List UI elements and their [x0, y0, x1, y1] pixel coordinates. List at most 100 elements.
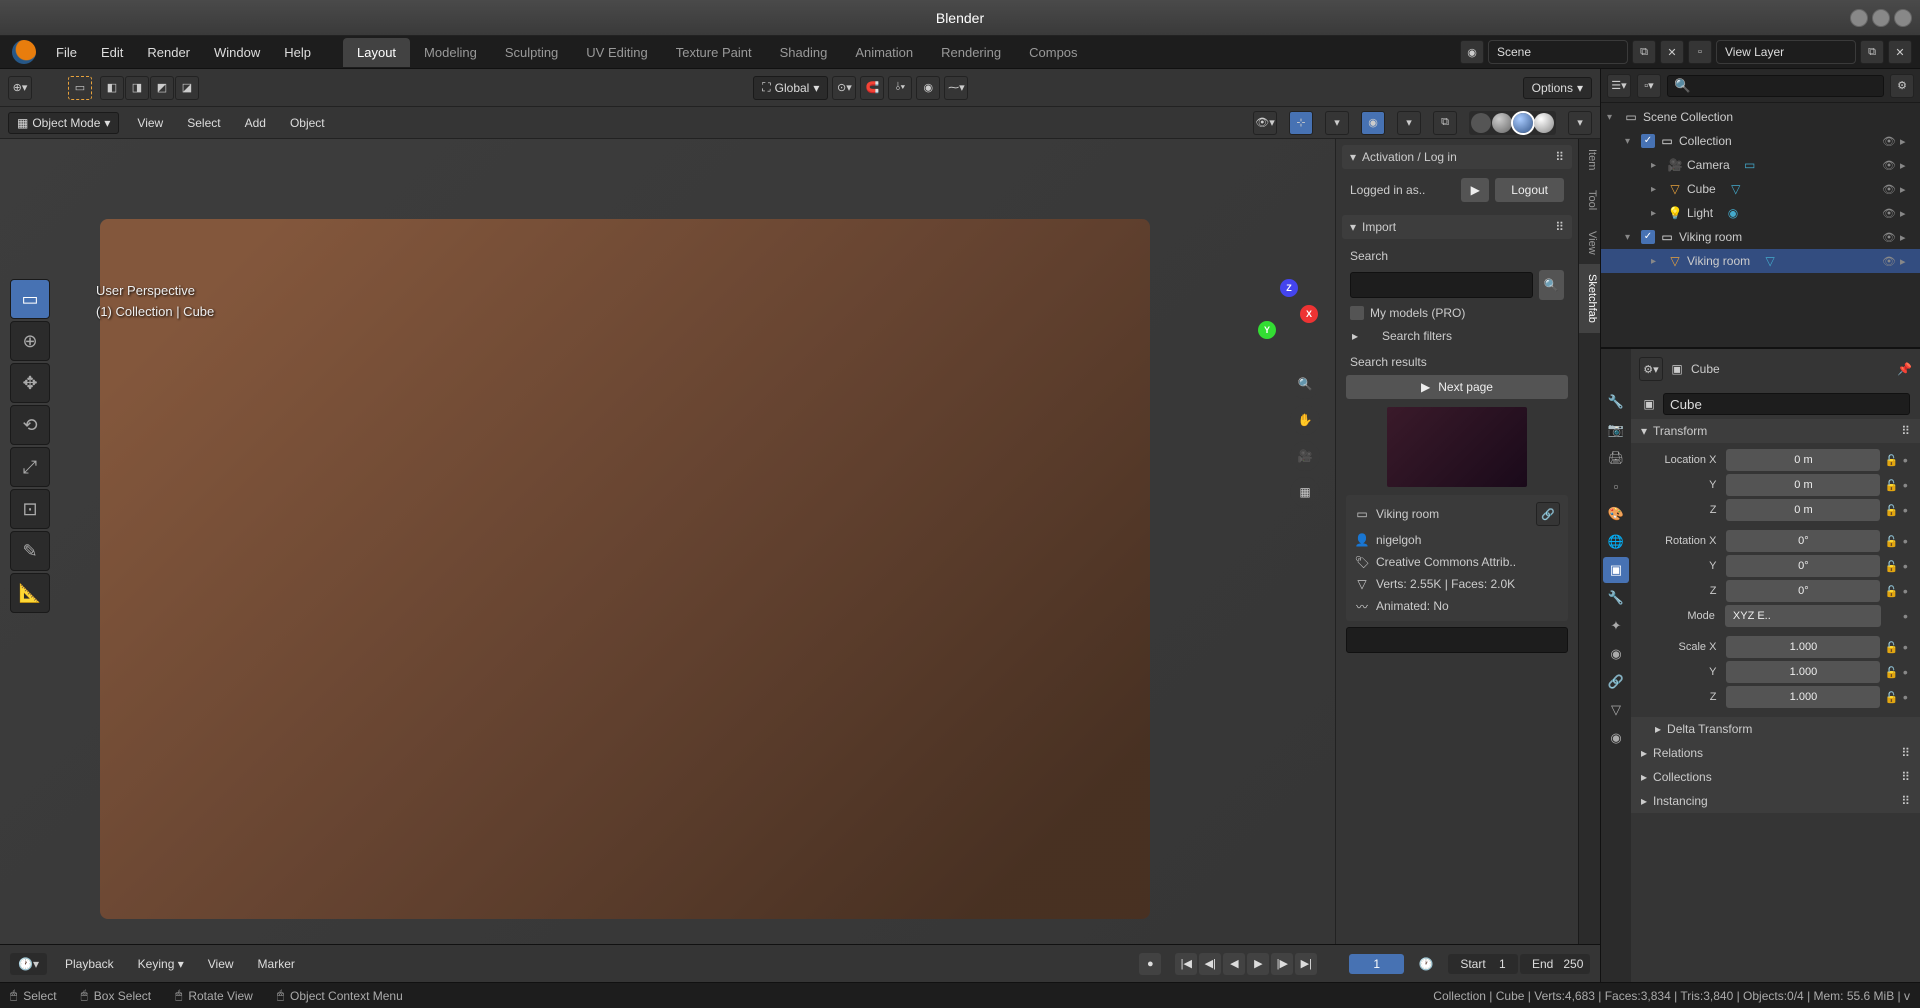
anim-dot[interactable]: •	[1903, 533, 1910, 549]
delta-transform-header[interactable]: ▸ Delta Transform	[1631, 717, 1920, 741]
workspace-tab-uvediting[interactable]: UV Editing	[572, 38, 661, 67]
anim-dot[interactable]: •	[1903, 639, 1910, 655]
anim-dot[interactable]: •	[1903, 477, 1910, 493]
lock-icon[interactable]: 🔓	[1884, 585, 1898, 598]
disable-icon[interactable]: ▸	[1900, 183, 1914, 196]
pin-icon[interactable]: 📌	[1897, 362, 1912, 376]
play-button[interactable]: ▶	[1461, 178, 1489, 202]
gizmo-z-axis[interactable]: Z	[1280, 279, 1298, 297]
workspace-tab-compositing[interactable]: Compos	[1015, 38, 1091, 67]
visibility-icon[interactable]: 👁	[1882, 207, 1896, 220]
expand-icon[interactable]: ▾	[1625, 136, 1637, 147]
disable-icon[interactable]: ▸	[1900, 159, 1914, 172]
delete-scene-icon[interactable]: ✕	[1660, 40, 1684, 64]
disable-icon[interactable]: ▸	[1900, 231, 1914, 244]
visibility-icon[interactable]: 👁	[1882, 183, 1896, 196]
instancing-header[interactable]: ▸ Instancing⠿	[1631, 789, 1920, 813]
tool-annotate[interactable]: ✎	[10, 531, 50, 571]
lock-icon[interactable]: 🔓	[1884, 560, 1898, 573]
tool-scale[interactable]: ⤢	[10, 447, 50, 487]
start-frame-input[interactable]: Start 1	[1448, 954, 1518, 974]
tab-item[interactable]: Item	[1579, 139, 1600, 180]
pivot-dropdown-icon[interactable]: ⊙▾	[832, 76, 856, 100]
menu-object[interactable]: Object	[284, 112, 331, 134]
blender-logo-icon[interactable]	[12, 40, 36, 64]
lock-icon[interactable]: 🔓	[1884, 666, 1898, 679]
xray-toggle-icon[interactable]: ⧉	[1433, 111, 1457, 135]
prop-tab-data[interactable]: ▽	[1603, 697, 1629, 723]
pan-icon[interactable]: ✋	[1290, 405, 1320, 435]
select-extend-icon[interactable]: ◧	[100, 76, 124, 100]
anim-dot[interactable]: •	[1903, 502, 1910, 518]
lock-icon[interactable]: 🔓	[1884, 691, 1898, 704]
prop-tab-physics[interactable]: ◉	[1603, 641, 1629, 667]
prop-tab-render[interactable]: 📷	[1603, 417, 1629, 443]
collection-checkbox[interactable]	[1641, 230, 1655, 244]
overlay-toggle-icon[interactable]: ◉	[1361, 111, 1385, 135]
anim-dot[interactable]: •	[1903, 689, 1910, 705]
timeline-playback[interactable]: Playback	[59, 953, 120, 975]
select-subtract-icon[interactable]: ◨	[125, 76, 149, 100]
workspace-tab-layout[interactable]: Layout	[343, 38, 410, 67]
autokey-button[interactable]: ●	[1139, 953, 1161, 975]
viewlayer-browse-icon[interactable]: ▫	[1688, 40, 1712, 64]
navigation-gizmo[interactable]: Z Y X	[1250, 279, 1320, 349]
next-page-button[interactable]: ▶ Next page	[1346, 375, 1568, 399]
close-button[interactable]	[1894, 9, 1912, 27]
prop-tab-object[interactable]: ▣	[1603, 557, 1629, 583]
menu-window[interactable]: Window	[202, 39, 272, 66]
outliner-filter-icon[interactable]: ⚙	[1890, 74, 1914, 98]
jump-start-button[interactable]: |◀	[1175, 953, 1197, 975]
perspective-toggle-icon[interactable]: ▦	[1290, 477, 1320, 507]
anim-dot[interactable]: •	[1903, 558, 1910, 574]
tool-transform[interactable]: ⊡	[10, 489, 50, 529]
scene-name-input[interactable]	[1488, 40, 1628, 64]
new-viewlayer-icon[interactable]: ⧉	[1860, 40, 1884, 64]
timeline-view[interactable]: View	[202, 953, 240, 975]
tab-sketchfab[interactable]: Sketchfab	[1579, 264, 1600, 333]
tree-viking-room[interactable]: ▸ ▽ Viking room ▽ 👁▸	[1601, 249, 1920, 273]
shading-dropdown-icon[interactable]: ▾	[1568, 111, 1592, 135]
prop-tab-output[interactable]: 🖨	[1603, 445, 1629, 471]
anim-dot[interactable]: •	[1903, 608, 1910, 624]
gizmo-toggle-icon[interactable]: ⊹	[1289, 111, 1313, 135]
activation-section-header[interactable]: ▾ Activation / Log in⠿	[1342, 145, 1572, 169]
timeline-clock-icon[interactable]: 🕐	[1416, 957, 1436, 971]
expand-icon[interactable]: ▾	[1607, 112, 1619, 123]
tool-move[interactable]: ✥	[10, 363, 50, 403]
scale-x-input[interactable]	[1726, 636, 1880, 658]
menu-render[interactable]: Render	[135, 39, 202, 66]
overlay-dropdown-icon[interactable]: ▾	[1397, 111, 1421, 135]
mode-dropdown[interactable]: ▦ Object Mode ▾	[8, 112, 119, 134]
workspace-tab-animation[interactable]: Animation	[841, 38, 927, 67]
outliner-search-input[interactable]	[1667, 75, 1884, 97]
keyframe-next-button[interactable]: |▶	[1271, 953, 1293, 975]
timeline-editor-icon[interactable]: 🕐▾	[10, 953, 47, 975]
camera-view-icon[interactable]: 🎥	[1290, 441, 1320, 471]
select-intersect-icon[interactable]: ◪	[175, 76, 199, 100]
prop-tab-particle[interactable]: ✦	[1603, 613, 1629, 639]
expand-icon[interactable]: ▸	[1651, 256, 1663, 267]
expand-icon[interactable]: ▾	[1625, 232, 1637, 243]
logout-button[interactable]: Logout	[1495, 178, 1564, 202]
tree-scene-collection[interactable]: ▾ ▭ Scene Collection	[1601, 105, 1920, 129]
menu-add[interactable]: Add	[239, 112, 272, 134]
location-x-input[interactable]	[1726, 449, 1880, 471]
gizmo-dropdown-icon[interactable]: ▾	[1325, 111, 1349, 135]
scale-y-input[interactable]	[1726, 661, 1880, 683]
menu-help[interactable]: Help	[272, 39, 323, 66]
visibility-icon[interactable]: 👁	[1882, 159, 1896, 172]
select-invert-icon[interactable]: ◩	[150, 76, 174, 100]
search-filters-toggle[interactable]: ▸ Search filters	[1346, 323, 1568, 349]
location-y-input[interactable]	[1726, 474, 1880, 496]
visibility-dropdown-icon[interactable]: 👁▾	[1253, 111, 1277, 135]
tree-camera[interactable]: ▸ 🎥 Camera ▭ 👁▸	[1601, 153, 1920, 177]
keyframe-prev-button[interactable]: ◀|	[1199, 953, 1221, 975]
extra-input[interactable]	[1346, 627, 1568, 653]
lock-icon[interactable]: 🔓	[1884, 504, 1898, 517]
anim-dot[interactable]: •	[1903, 664, 1910, 680]
rotation-mode-dropdown[interactable]	[1725, 605, 1881, 627]
workspace-tab-texturepaint[interactable]: Texture Paint	[662, 38, 766, 67]
expand-icon[interactable]: ▸	[1651, 208, 1663, 219]
lock-icon[interactable]: 🔓	[1884, 479, 1898, 492]
